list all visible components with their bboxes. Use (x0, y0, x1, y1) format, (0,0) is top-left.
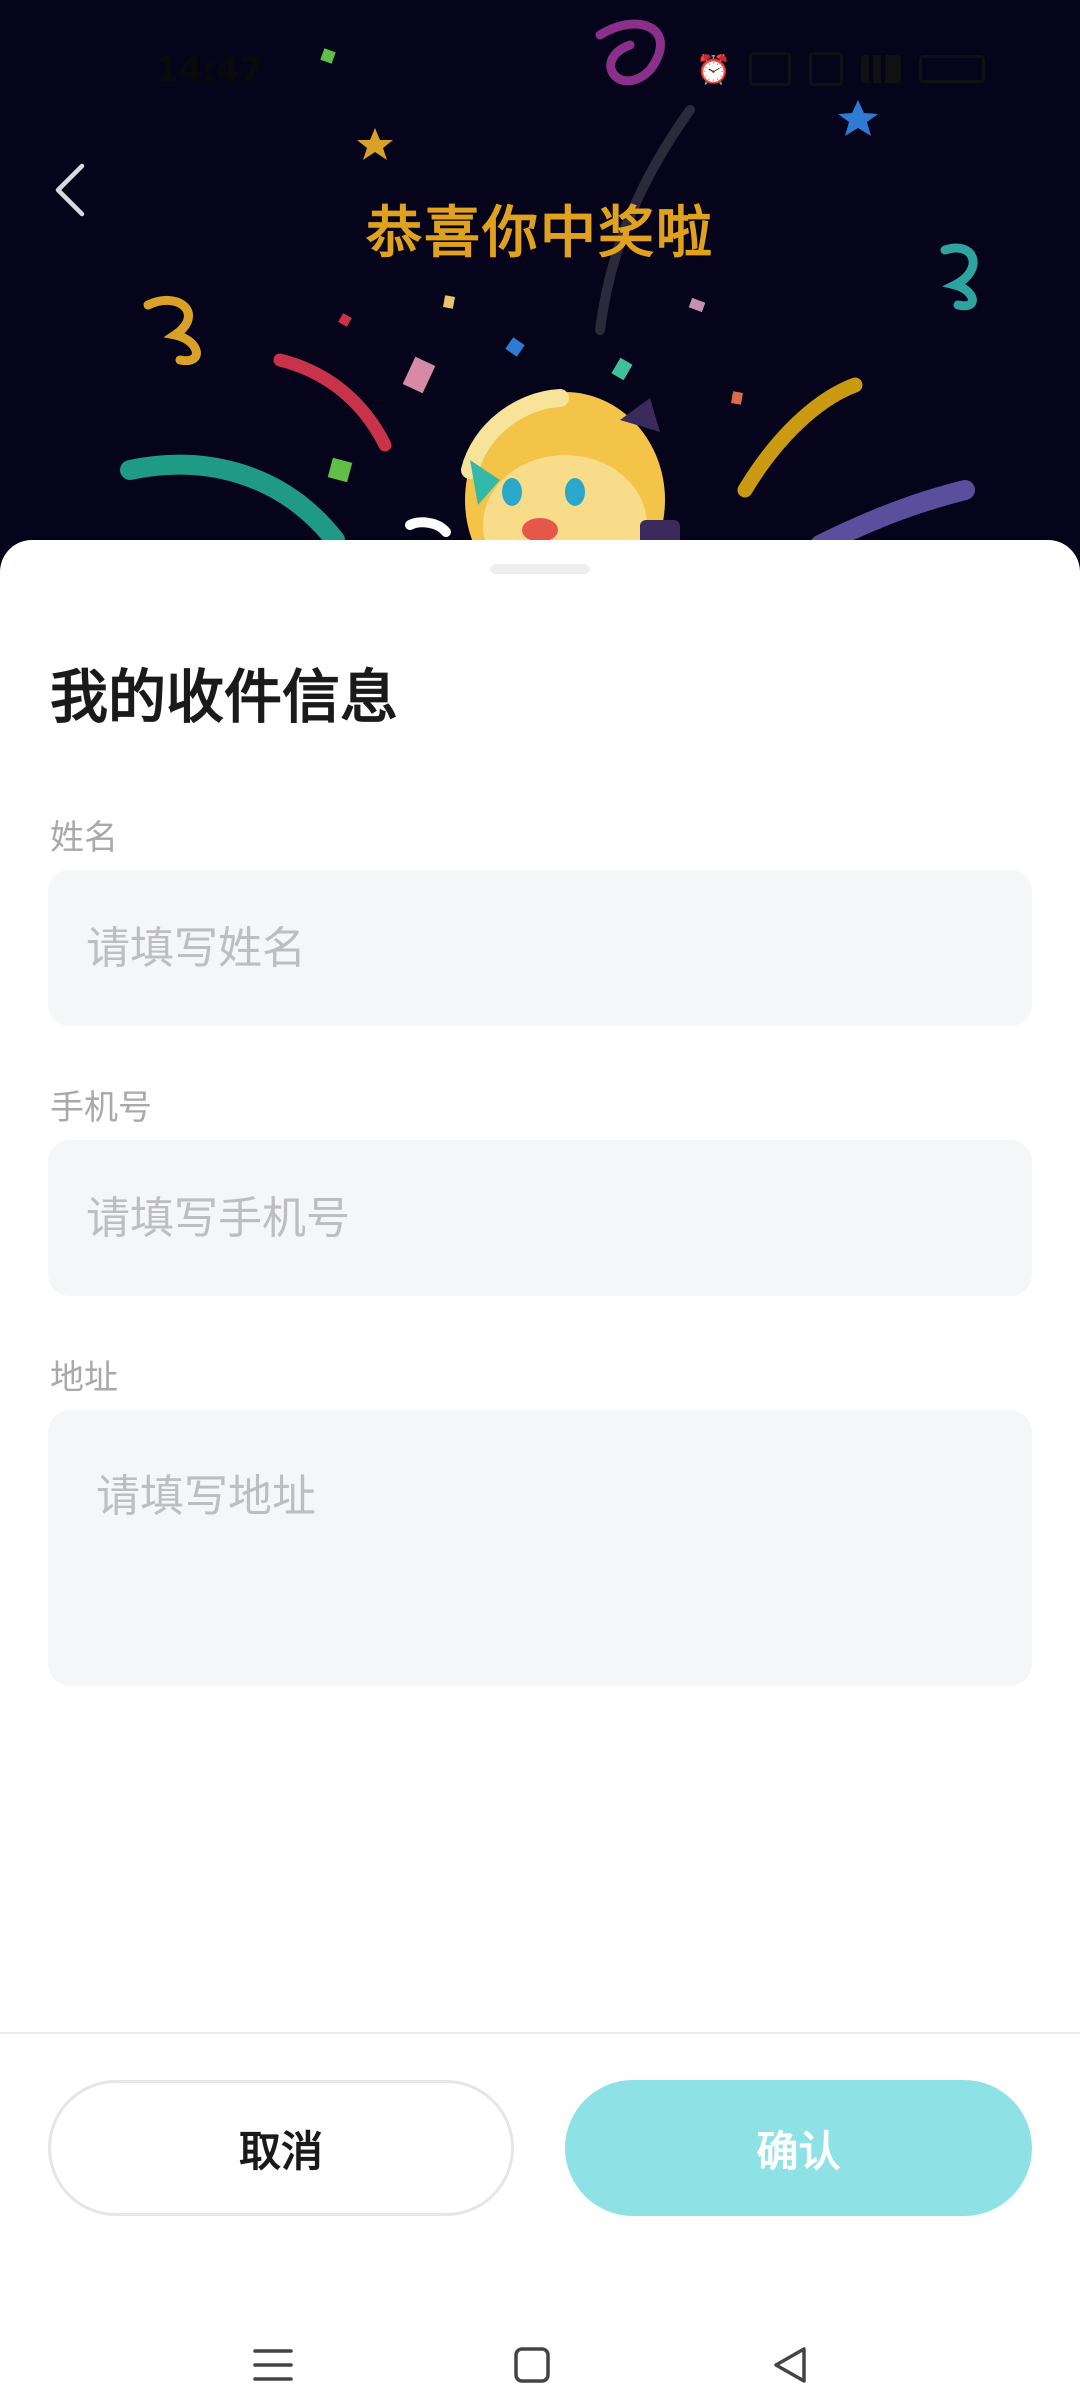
prize-title: 恭喜你中奖啦 (366, 201, 714, 266)
app-root: 14:47 ⏰ 恭喜你中奖啦 我的收件信息 姓名 手机号 地址 取消 (0, 0, 1080, 2400)
name-label: 姓名 (50, 818, 118, 858)
network-speed-icon (749, 52, 791, 86)
name-input[interactable] (48, 870, 1032, 1026)
wifi-icon (809, 52, 843, 86)
signal-icon (861, 55, 901, 83)
status-icons: ⏰ (696, 52, 985, 86)
status-bar: 14:47 ⏰ (0, 40, 1080, 100)
back-nav-button[interactable] (755, 2330, 825, 2400)
address-label: 地址 (50, 1358, 118, 1398)
sheet-title: 我的收件信息 (50, 663, 399, 731)
confirm-button[interactable]: 确认 (565, 2080, 1032, 2216)
address-sheet: 我的收件信息 姓名 手机号 地址 取消 确认 (0, 540, 1080, 2400)
address-input[interactable] (48, 1410, 1032, 1686)
back-triangle-icon (774, 2347, 806, 2383)
home-icon (514, 2347, 550, 2383)
system-nav-bar (0, 2330, 1080, 2400)
status-time: 14:47 (155, 50, 264, 90)
footer-divider (0, 2032, 1080, 2034)
battery-icon (919, 55, 985, 83)
menu-button[interactable] (238, 2330, 308, 2400)
cancel-button[interactable]: 取消 (48, 2080, 514, 2216)
alarm-icon: ⏰ (696, 52, 731, 86)
home-button[interactable] (497, 2330, 567, 2400)
prize-banner: 14:47 ⏰ 恭喜你中奖啦 (0, 0, 1080, 560)
phone-label: 手机号 (50, 1088, 152, 1128)
phone-input[interactable] (48, 1140, 1032, 1296)
menu-icon (253, 2349, 293, 2381)
drag-handle[interactable] (490, 564, 590, 574)
